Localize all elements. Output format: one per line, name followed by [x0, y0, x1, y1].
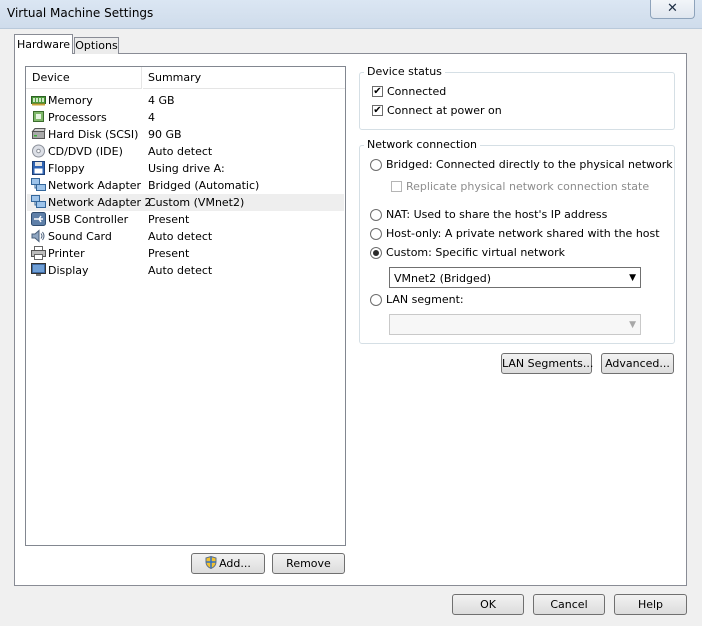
checkmark-icon: ✔ [373, 86, 382, 97]
device-summary: 90 GB [148, 128, 182, 141]
host-only-radio[interactable] [370, 228, 382, 240]
device-name: Processors [48, 111, 107, 124]
device-row-display[interactable]: Display Auto detect [27, 262, 344, 279]
add-button[interactable]: Add... [191, 553, 265, 574]
cd-dvd-icon [31, 144, 46, 158]
dropdown-arrow-icon: ▼ [629, 320, 636, 330]
device-summary: Auto detect [148, 264, 213, 277]
lan-segments-button[interactable]: LAN Segments... [501, 353, 593, 374]
device-row-network-adapter-2[interactable]: Network Adapter 2 Custom (VMnet2) [27, 194, 344, 211]
device-name: Memory [48, 94, 93, 107]
column-header-device[interactable]: Device [26, 67, 142, 89]
cancel-button[interactable]: Cancel [533, 594, 605, 615]
replicate-label: Replicate physical network connection st… [406, 180, 650, 193]
device-name: USB Controller [48, 213, 129, 226]
connect-at-power-on-label[interactable]: Connect at power on [387, 104, 502, 117]
device-row-processors[interactable]: Processors 4 [27, 109, 344, 126]
advanced-button[interactable]: Advanced... [601, 353, 674, 374]
device-name: Floppy [48, 162, 85, 175]
device-name: Display [48, 264, 89, 277]
device-summary: Using drive A: [148, 162, 225, 175]
host-only-label[interactable]: Host-only: A private network shared with… [386, 227, 660, 240]
add-button-label: Add... [219, 557, 251, 570]
shield-icon [205, 555, 217, 575]
device-row-usb-controller[interactable]: USB Controller Present [27, 211, 344, 228]
connected-checkbox[interactable]: ✔ [372, 86, 383, 97]
device-row-printer[interactable]: Printer Present [27, 245, 344, 262]
custom-radio[interactable] [370, 247, 382, 259]
device-name: Sound Card [48, 230, 112, 243]
bridged-label[interactable]: Bridged: Connected directly to the physi… [386, 158, 673, 171]
network-connection-title: Network connection [364, 138, 481, 151]
bridged-radio[interactable] [370, 159, 382, 171]
device-row-cd-dvd[interactable]: CD/DVD (IDE) Auto detect [27, 143, 344, 160]
device-name: Hard Disk (SCSI) [48, 128, 139, 141]
window-title: Virtual Machine Settings [7, 6, 154, 20]
device-summary: Custom (VMnet2) [148, 196, 245, 209]
close-icon: ✕ [667, 1, 678, 16]
connect-at-power-on-checkbox[interactable]: ✔ [372, 105, 383, 116]
device-summary: Present [148, 247, 190, 260]
device-status-group [359, 72, 675, 130]
custom-network-value: VMnet2 (Bridged) [394, 272, 491, 285]
column-header-summary[interactable]: Summary [143, 67, 345, 89]
replicate-checkbox[interactable] [391, 181, 402, 192]
device-row-sound-card[interactable]: Sound Card Auto detect [27, 228, 344, 245]
dropdown-arrow-icon: ▼ [629, 273, 636, 283]
nat-label[interactable]: NAT: Used to share the host's IP address [386, 208, 607, 221]
close-button[interactable]: ✕ [650, 0, 695, 19]
connected-label[interactable]: Connected [387, 85, 446, 98]
device-row-floppy[interactable]: Floppy Using drive A: [27, 160, 344, 177]
checkmark-icon: ✔ [373, 105, 382, 116]
printer-icon [31, 246, 46, 260]
device-summary: Bridged (Automatic) [148, 179, 260, 192]
device-summary: 4 [148, 111, 155, 124]
device-name: Printer [48, 247, 85, 260]
hard-disk-icon [31, 127, 46, 141]
display-icon [31, 263, 46, 277]
device-row-network-adapter[interactable]: Network Adapter Bridged (Automatic) [27, 177, 344, 194]
lan-segment-radio[interactable] [370, 294, 382, 306]
device-row-hard-disk[interactable]: Hard Disk (SCSI) 90 GB [27, 126, 344, 143]
lan-segment-label[interactable]: LAN segment: [386, 293, 464, 306]
help-button[interactable]: Help [614, 594, 687, 615]
device-summary: 4 GB [148, 94, 175, 107]
floppy-icon [31, 161, 46, 175]
custom-label[interactable]: Custom: Specific virtual network [386, 246, 565, 259]
device-summary: Auto detect [148, 145, 213, 158]
device-name: Network Adapter 2 [48, 196, 152, 209]
device-row-memory[interactable]: Memory 4 GB [27, 92, 344, 109]
device-status-title: Device status [364, 65, 445, 78]
custom-network-select[interactable]: VMnet2 (Bridged) ▼ [389, 267, 641, 288]
sound-card-icon [31, 229, 46, 243]
memory-icon [31, 93, 46, 107]
tab-options[interactable]: Options [74, 37, 119, 54]
remove-button[interactable]: Remove [272, 553, 345, 574]
device-summary: Auto detect [148, 230, 213, 243]
processor-icon [31, 110, 46, 124]
device-name: CD/DVD (IDE) [48, 145, 123, 158]
lan-segment-select[interactable]: ▼ [389, 314, 641, 335]
network-adapter-icon [31, 195, 46, 209]
usb-icon [31, 212, 46, 226]
network-adapter-icon [31, 178, 46, 192]
ok-button[interactable]: OK [452, 594, 524, 615]
device-summary: Present [148, 213, 190, 226]
nat-radio[interactable] [370, 209, 382, 221]
device-name: Network Adapter [48, 179, 142, 192]
tab-hardware[interactable]: Hardware [14, 34, 73, 54]
